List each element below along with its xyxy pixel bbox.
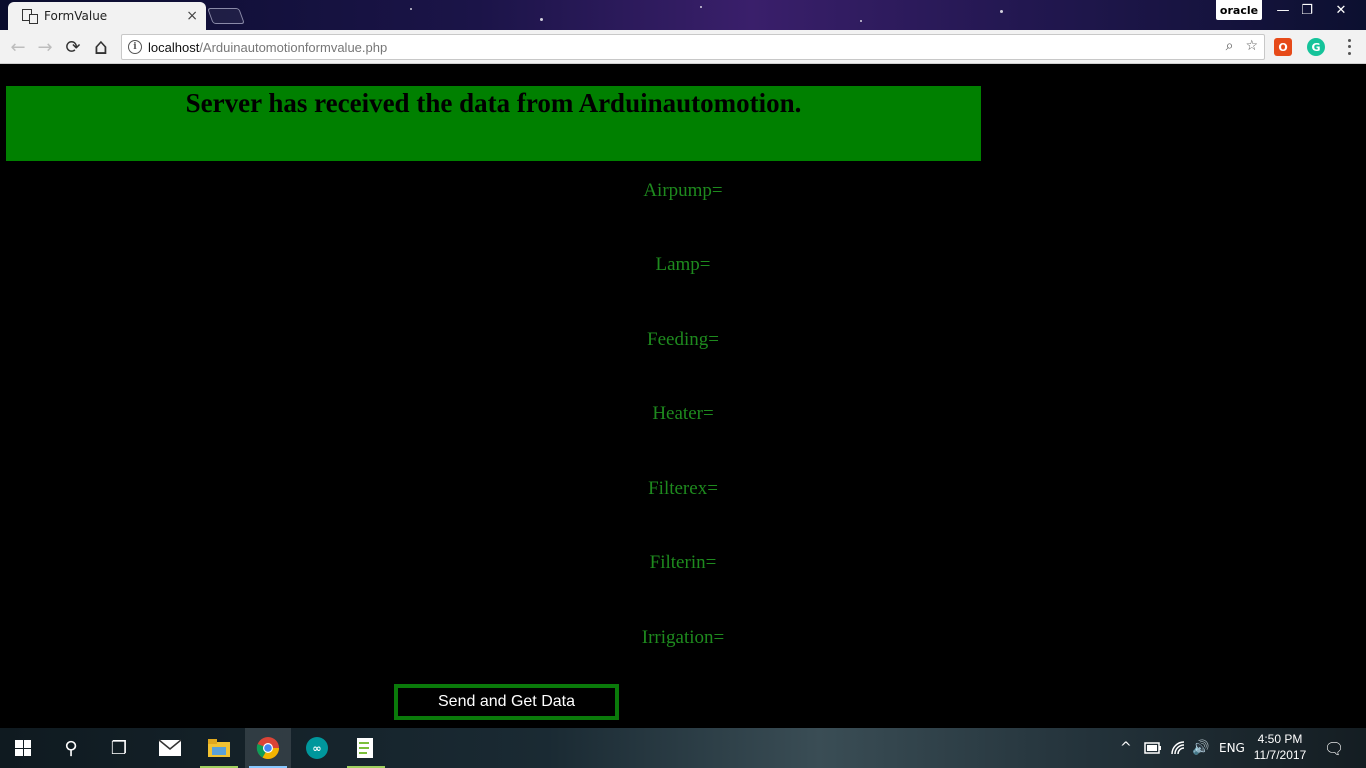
status-banner: Server has received the data from Arduin… (6, 86, 981, 161)
restore-icon[interactable]: ❐ (1292, 0, 1322, 20)
page-favicon-icon (22, 9, 38, 24)
browser-toolbar: ← → ⟳ ⌂ i localhost/Arduinautomotionform… (0, 30, 1366, 64)
notification-center-icon[interactable]: 🗨 (1324, 728, 1344, 768)
grammarly-extension-icon[interactable]: G (1307, 38, 1325, 56)
wifi-icon[interactable] (1170, 728, 1188, 768)
address-bar[interactable]: i localhost/Arduinautomotionformvalue.ph… (121, 34, 1265, 60)
mail-app-icon[interactable] (147, 728, 193, 768)
bookmark-star-icon[interactable]: ☆ (1245, 38, 1258, 54)
field-filterex: Filterex= (648, 478, 718, 499)
chrome-app-icon[interactable] (245, 728, 291, 768)
start-button[interactable] (0, 728, 46, 768)
site-info-icon[interactable]: i (128, 40, 142, 54)
url-text: localhost/Arduinautomotionformvalue.php (148, 40, 387, 55)
background-star (1000, 10, 1003, 13)
background-star (410, 8, 412, 10)
background-star (540, 18, 543, 21)
battery-icon[interactable] (1144, 728, 1162, 768)
notepad-app-icon[interactable] (343, 728, 389, 768)
svg-text:∞: ∞ (312, 742, 321, 755)
file-explorer-icon[interactable] (196, 728, 242, 768)
volume-icon[interactable]: 🔊 (1192, 728, 1209, 768)
clock-date: 11/7/2017 (1253, 748, 1307, 762)
url-path: /Arduinautomotionformvalue.php (199, 39, 388, 55)
taskbar-clock[interactable]: 4:50 PM 11/7/2017 (1250, 731, 1310, 763)
close-window-icon[interactable]: ✕ (1326, 0, 1356, 20)
field-lamp: Lamp= (655, 254, 711, 275)
zoom-icon[interactable]: ⌕ (1226, 38, 1234, 54)
windows-logo-icon (15, 740, 31, 756)
home-icon[interactable]: ⌂ (90, 35, 112, 60)
banner-title: Server has received the data from Arduin… (185, 88, 802, 118)
page-content: Server has received the data from Arduin… (0, 64, 1366, 728)
reload-icon[interactable]: ⟳ (62, 36, 84, 58)
field-heater: Heater= (652, 403, 714, 424)
tray-overflow-icon[interactable]: ^ (1120, 728, 1132, 768)
window-title-bar: FormValue × oracle — ❐ ✕ (0, 0, 1366, 30)
send-and-get-data-button[interactable]: Send and Get Data (394, 684, 619, 720)
task-view-icon[interactable]: ❐ (96, 728, 142, 768)
back-icon[interactable]: ← (7, 36, 29, 58)
language-indicator[interactable]: ENG (1219, 728, 1245, 768)
field-filterin: Filterin= (649, 552, 717, 573)
field-airpump: Airpump= (643, 180, 723, 201)
browser-tab[interactable]: FormValue × (8, 2, 206, 30)
tab-title: FormValue (44, 9, 108, 23)
new-tab-button[interactable] (207, 8, 245, 24)
url-host: localhost (148, 39, 200, 55)
background-star (860, 20, 862, 22)
clock-time: 4:50 PM (1257, 732, 1303, 746)
search-icon[interactable]: ⚲ (48, 728, 94, 768)
browser-menu-icon[interactable] (1344, 37, 1354, 57)
arduino-app-icon[interactable]: ∞ (294, 728, 340, 768)
taskbar: ⚲ ❐ ∞ ^ 🔊 ENG 4:50 PM 11/7/2017 🗨 (0, 728, 1366, 768)
forward-icon[interactable]: → (34, 36, 56, 58)
field-irrigation: Irrigation= (641, 627, 725, 648)
background-star (700, 6, 702, 8)
tab-close-icon[interactable]: × (186, 8, 198, 24)
field-feeding: Feeding= (647, 329, 719, 350)
office-extension-icon[interactable]: O (1274, 38, 1292, 56)
profile-button[interactable]: oracle (1216, 0, 1262, 20)
